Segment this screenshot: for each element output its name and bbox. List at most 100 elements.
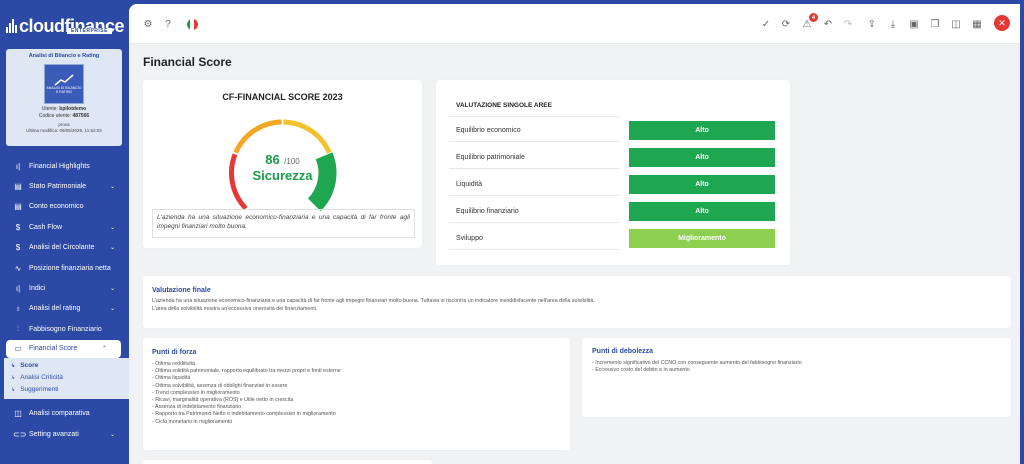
user-label: Utente: <box>41 106 58 112</box>
sidebar: cloudfinance ENTERPRISE Analisi di Bilan… <box>0 0 129 464</box>
nav-item-label: Stato Patrimoniale <box>29 183 87 191</box>
close-button[interactable]: ✕ <box>994 15 1010 31</box>
score-number: 86 <box>265 152 280 167</box>
language-flag-icon[interactable] <box>185 17 199 31</box>
chevron-down-icon: ⌄ <box>109 286 115 293</box>
weaknesses-title: Punti di debolezza <box>592 348 654 355</box>
area-rating-badge: Miglioramento <box>629 229 775 248</box>
nav-item-label: Setting avanzati <box>29 430 79 438</box>
undo-icon[interactable]: ↶ <box>821 17 835 31</box>
nav-item-label: Conto economico <box>29 203 84 211</box>
profile-code: Codice utente: 487566 <box>6 113 122 120</box>
final-evaluation-title: Valutazione finale <box>152 287 211 294</box>
thumbnail-caption-2: E RATING <box>55 90 73 94</box>
gauge-segment-yellow <box>283 119 332 154</box>
header-divider <box>449 116 620 117</box>
chevron-down-icon: ⌄ <box>109 224 115 231</box>
nav-item-label: Analisi comparativa <box>29 410 90 418</box>
gauge-segment-orange <box>233 119 282 154</box>
strengths-item: - Ottima redditività <box>152 361 195 367</box>
row-divider <box>449 168 620 169</box>
area-label: Equilibrio patrimoniale <box>456 154 525 161</box>
final-evaluation-line-2: L'area della solvibilità mostra un'ecces… <box>152 306 318 312</box>
nav-item-stato-patrimoniale[interactable]: ▤ Stato Patrimoniale ⌄ <box>0 176 129 196</box>
area-label: Liquidità <box>456 181 483 188</box>
upload-icon[interactable]: ⇪ <box>865 17 879 31</box>
row-divider <box>449 141 620 142</box>
score-rating: Sicurezza <box>252 168 313 183</box>
copy-icon[interactable]: ❐ <box>928 17 942 31</box>
main-content: ⚙ ? ✓ ⟳ ⚠ 4 ↶ ↷ ⇪ ⤓ ▣ ❐ ◫ ▦ ✕ Financial S… <box>129 4 1020 464</box>
arrow-icon: ↳ <box>11 386 16 393</box>
submenu-item-score[interactable]: ↳ Score <box>4 360 129 372</box>
weaknesses-item: - Incremento significativo del CCNO con … <box>592 360 802 366</box>
code-value: 487566 <box>72 113 90 119</box>
row-divider <box>449 249 620 250</box>
modified-label: Ultima modifica: <box>26 128 59 133</box>
columns-icon[interactable]: ◫ <box>949 17 963 31</box>
area-rating-badge: Alto <box>629 175 775 194</box>
notification-badge: 4 <box>809 13 818 22</box>
trend-icon: ∿ <box>14 263 22 273</box>
score-value: 86 /100 <box>143 151 422 169</box>
document-icon: ▤ <box>14 182 22 192</box>
submenu-label: Analisi Criticità <box>20 374 63 382</box>
download-icon[interactable]: ⤓ <box>886 17 900 31</box>
nav-item-analisi-comparativa[interactable]: ◫ Analisi comparativa <box>0 404 129 424</box>
refresh-icon[interactable]: ⟳ <box>779 17 793 31</box>
strengths-item: - Ottima solidità patrimoniale, rapporto… <box>152 368 341 375</box>
warning-icon[interactable]: ⚠ 4 <box>800 13 818 31</box>
toggle-icon: ⊂⊃ <box>13 429 27 439</box>
nav-item-indici[interactable]: ı| Indici ⌄ <box>0 278 129 298</box>
strengths-item: - Ciclo monetario in miglioramento <box>152 418 233 425</box>
nav-item-conto-economico[interactable]: ▤ Conto economico <box>0 197 129 217</box>
user-value: bpilotdemo <box>59 106 87 112</box>
award-icon: ♁ <box>15 304 21 314</box>
strengths-title: Punti di forza <box>152 349 197 356</box>
dollar-icon: $ <box>15 222 21 232</box>
profile-title: Analisi di Bilancio e Rating <box>28 53 100 59</box>
strengths-item: - Ottima solvibilità, assenza di obbligh… <box>152 382 288 389</box>
help-icon[interactable]: ? <box>161 17 175 31</box>
page-title: Financial Score <box>143 55 232 69</box>
redo-icon[interactable]: ↷ <box>841 17 855 31</box>
nav-item-analisi-del-circolante[interactable]: $ Analisi del Circolante ⌄ <box>0 238 129 258</box>
nav-bottom-group: ◫ Analisi comparativa ⊂⊃ Setting avanzati ⌄ <box>0 404 129 445</box>
layout-icon: ◫ <box>14 409 22 419</box>
area-rating-badge: Alto <box>629 148 775 167</box>
chevron-up-icon: ⌃ <box>101 346 107 353</box>
nav-item-analisi-del-rating[interactable]: ♁ Analisi del rating ⌄ <box>0 299 129 319</box>
strengths-item: - Trend complessivo in miglioramento <box>152 389 240 396</box>
row-divider <box>449 195 620 196</box>
submenu-item-analisi-criticit-[interactable]: ↳ Analisi Criticità <box>4 372 129 384</box>
nav-item-setting-avanzati[interactable]: ⊂⊃ Setting avanzati ⌄ <box>0 424 129 444</box>
save-icon[interactable]: ▣ <box>907 17 921 31</box>
nav-item-fabbisogno-finanziario[interactable]: ⫶ Fabbisogno Finanziario <box>0 319 129 339</box>
area-rating-badge: Alto <box>629 121 775 140</box>
calculator-icon[interactable]: ▦ <box>970 17 984 31</box>
nav-item-financial-score[interactable]: ▭ Financial Score ⌃ <box>6 339 121 358</box>
final-evaluation-line-1: L'azienda ha una situazione economico-fi… <box>152 298 595 304</box>
nav-item-financial-highlights[interactable]: ı| Financial Highlights <box>0 156 129 176</box>
nav-item-posizione-finanziaria-netta[interactable]: ∿ Posizione finanziaria netta <box>0 258 129 278</box>
score-note: L'azienda ha una situazione economico-fi… <box>152 209 415 238</box>
strengths-item: - Assenza di indebitamento finanziario <box>152 404 242 411</box>
app-logo[interactable]: cloudfinance <box>6 10 125 42</box>
check-icon[interactable]: ✓ <box>759 17 773 31</box>
row-divider <box>449 222 620 223</box>
modified-value: 09/05/2025, 11:52:03 <box>59 128 102 133</box>
nav-item-label: Financial Score <box>29 345 78 353</box>
nav-item-label: Fabbisogno Finanziario <box>29 325 102 333</box>
submenu-label: Suggerimenti <box>20 386 59 394</box>
nav-item-cash-flow[interactable]: $ Cash Flow ⌄ <box>0 217 129 237</box>
nav-item-label: Analisi del Circolante <box>29 244 95 252</box>
growth-chart-icon <box>54 74 74 86</box>
submenu-item-suggerimenti[interactable]: ↳ Suggerimenti <box>4 384 129 396</box>
top-toolbar: ⚙ ? ✓ ⟳ ⚠ 4 ↶ ↷ ⇪ ⤓ ▣ ❐ ◫ ▦ ✕ <box>129 4 1020 44</box>
area-label: Equilibrio finanziario <box>456 208 519 215</box>
arrow-icon: ↳ <box>11 374 16 381</box>
profile-user: Utente: bpilotdemo <box>6 106 122 113</box>
submenu-list: ↳ Score ↳ Analisi Criticità ↳ Suggerimenti <box>4 360 129 396</box>
settings-icon[interactable]: ⚙ <box>141 17 155 31</box>
nav-item-label: Indici <box>29 285 46 293</box>
